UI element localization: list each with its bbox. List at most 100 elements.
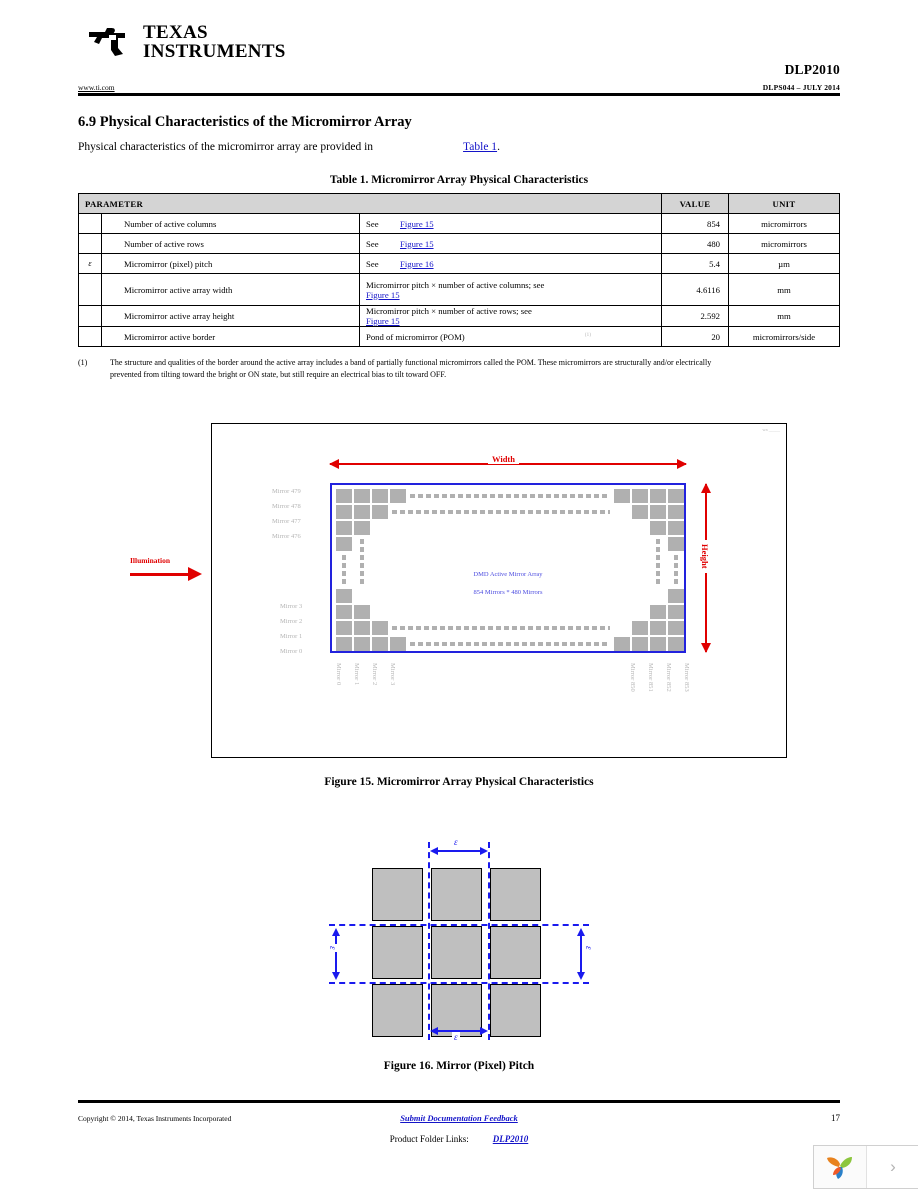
- mirror-label-bottom: Mirror 3: [389, 663, 396, 686]
- pitch-symbol-bottom: ε: [452, 1032, 460, 1042]
- row-symbol: [78, 233, 102, 254]
- figure-link[interactable]: Figure 15: [366, 290, 400, 300]
- mirror-label-bottom: Mirror 0: [335, 663, 342, 686]
- row-value: 4.6116: [661, 273, 729, 306]
- row-value: 2.592: [661, 305, 729, 327]
- pdf-viewer-widget[interactable]: ›: [813, 1145, 918, 1189]
- width-left-arrow-icon: [329, 459, 339, 469]
- table-1-link[interactable]: Table 1: [463, 141, 497, 153]
- mirror-block: [632, 489, 648, 503]
- pitch-symbol-top: ε: [452, 837, 460, 847]
- pitch-symbol-left: ε: [328, 944, 338, 952]
- mirror-block: [354, 637, 370, 651]
- column-header-unit: UNIT: [728, 193, 840, 214]
- mirror-block: [668, 505, 684, 519]
- mirror-label-bottom: Mirror 1: [353, 663, 360, 686]
- viewer-brand-logo-icon[interactable]: [814, 1146, 867, 1188]
- brand-line-1: TEXAS: [143, 22, 208, 43]
- row-parameter: Number of active rows: [101, 233, 360, 254]
- next-page-chevron-icon[interactable]: ›: [867, 1146, 918, 1188]
- illumination-arrow-icon: [188, 567, 202, 581]
- mirror-block: [632, 637, 648, 651]
- pixel-square: [490, 868, 541, 921]
- mirror-block: [336, 505, 352, 519]
- height-dimension: Height: [700, 483, 711, 653]
- mirror-block: [668, 637, 684, 651]
- figure-16-caption: Figure 16. Mirror (Pixel) Pitch: [383, 1060, 535, 1072]
- mirror-block: [632, 505, 648, 519]
- section-heading: 6.9 Physical Characteristics of the Micr…: [78, 114, 412, 130]
- dashed-row-segment: [410, 494, 610, 498]
- row-description: Pond of micromirror (POM) (1): [359, 326, 662, 347]
- dashed-col-segment: [674, 555, 678, 587]
- row-description: See Figure 15: [359, 213, 662, 234]
- illumination-indicator: Illumination: [130, 556, 208, 581]
- mirror-label-bottom: Mirror 851: [647, 663, 654, 692]
- mirror-block: [668, 521, 684, 535]
- mirror-block: [372, 505, 388, 519]
- pitch-dim-bottom-left-arrow-icon: [430, 1027, 438, 1035]
- row-description: Micromirror pitch × number of active col…: [359, 273, 662, 306]
- pitch-dim-top-line: [432, 850, 486, 852]
- table-row: Micromirror active array height Micromir…: [78, 305, 840, 327]
- mirror-block: [668, 621, 684, 635]
- mirror-block: [372, 637, 388, 651]
- mirror-block: [354, 621, 370, 635]
- dashed-row-segment: [392, 510, 610, 514]
- product-folder-link[interactable]: DLP2010: [493, 1134, 529, 1144]
- page-number: 17: [831, 1113, 840, 1123]
- mirror-block: [650, 621, 666, 635]
- table-header-row: PARAMETER VALUE UNIT: [78, 193, 840, 214]
- row-symbol: ε: [78, 253, 102, 274]
- table-row: Number of active columns See Figure 15 85…: [78, 213, 840, 234]
- table-row: Micromirror active array width Micromirr…: [78, 273, 840, 306]
- width-label: Width: [488, 454, 519, 464]
- mirror-label-left: Mirror 0: [280, 648, 303, 655]
- figure-16-diagram: ε ε ε ε: [328, 837, 594, 1042]
- footnote-ref: (1): [584, 331, 592, 338]
- dmd-array-subtitle: 854 Mirrors * 480 Mirrors: [473, 589, 543, 596]
- mirror-block: [614, 489, 630, 503]
- mirror-block: [650, 521, 666, 535]
- see-label: See: [366, 218, 379, 229]
- illumination-label: Illumination: [130, 556, 171, 565]
- row-description: Micromirror pitch × number of active row…: [359, 305, 662, 327]
- figure-link[interactable]: Figure 15: [400, 219, 434, 229]
- column-header-value: VALUE: [661, 193, 729, 214]
- row-unit: mm: [728, 305, 840, 327]
- section-intro: Physical characteristics of the micromir…: [78, 141, 500, 153]
- mirror-label-bottom: Mirror 852: [665, 663, 672, 692]
- mirror-block: [372, 489, 388, 503]
- row-value: 5.4: [661, 253, 729, 274]
- product-folder-label: Product Folder Links:: [389, 1134, 469, 1144]
- ti-website-link[interactable]: www.ti.com: [78, 83, 115, 92]
- document-number: DLPS044 – JULY 2014: [762, 83, 840, 92]
- mirror-block: [336, 589, 352, 603]
- mirror-block: [668, 489, 684, 503]
- figure-corner-tag: wa _____: [762, 427, 780, 432]
- mirror-block: [668, 589, 684, 603]
- figure-link[interactable]: Figure 16: [400, 259, 434, 269]
- mirror-label-bottom: Mirror 850: [629, 663, 636, 692]
- submit-feedback-link[interactable]: Submit Documentation Feedback: [0, 1113, 918, 1123]
- dashed-col-segment: [342, 555, 346, 587]
- row-description: See Figure 15: [359, 233, 662, 254]
- datasheet-page: TEXAS INSTRUMENTS www.ti.com DLP2010 DLP…: [0, 0, 918, 1189]
- figure-link[interactable]: Figure 15: [400, 239, 434, 249]
- pitch-band-horizontal: [329, 924, 589, 984]
- mirror-label-left: Mirror 477: [272, 518, 301, 525]
- physical-characteristics-table: PARAMETER VALUE UNIT Number of active co…: [78, 193, 840, 347]
- mirror-block: [650, 489, 666, 503]
- row-unit: micromirrors/side: [728, 326, 840, 347]
- mirror-label-left: Mirror 476: [272, 533, 301, 540]
- mirror-block: [354, 521, 370, 535]
- row-value: 480: [661, 233, 729, 254]
- pitch-dim-left-down-arrow-icon: [332, 972, 340, 980]
- pixel-square: [490, 984, 541, 1037]
- row-parameter: Micromirror active border: [101, 326, 360, 347]
- dmd-array-title: DMD Active Mirror Array: [473, 571, 543, 578]
- mirror-block: [336, 637, 352, 651]
- pitch-dim-right-down-arrow-icon: [577, 972, 585, 980]
- figure-link[interactable]: Figure 15: [366, 316, 400, 326]
- dashed-row-segment: [392, 626, 610, 630]
